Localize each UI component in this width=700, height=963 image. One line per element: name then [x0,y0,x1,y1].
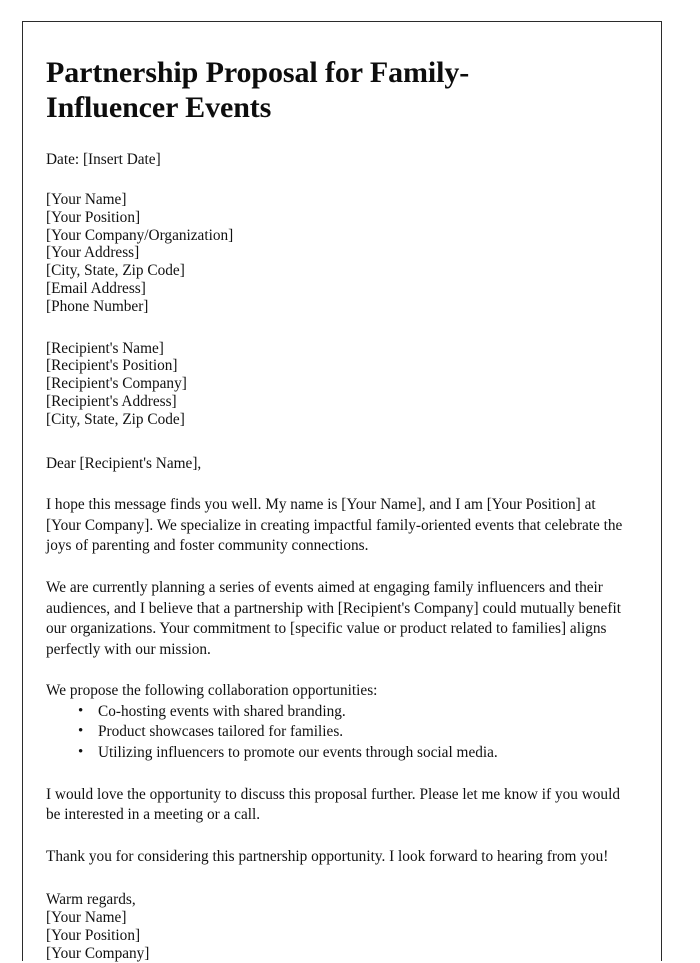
body-paragraph-3: I would love the opportunity to discuss … [46,785,620,824]
recipient-line: [Recipient's Address] [46,392,177,410]
recipient-line: [Recipient's Name] [46,339,164,357]
sender-line: [Your Company/Organization] [46,226,234,244]
date-line: Date: [Insert Date] [46,151,161,169]
page-title: Partnership Proposal for Family-Influenc… [46,56,470,125]
sender-line: [Email Address] [46,279,146,297]
signature-line: [Your Company] [46,944,150,962]
sender-line: [Your Position] [46,208,141,226]
sender-address-block: [Your Name] [Your Position] [Your Compan… [46,191,637,316]
sender-line: [Your Address] [46,244,140,262]
recipient-line: [Recipient's Position] [46,357,178,375]
collaboration-bullet-list: Co-hosting events with shared branding. … [46,701,637,764]
salutation: Dear [Recipient's Name], [46,454,202,472]
list-intro-text: We propose the following collaboration o… [46,682,378,700]
body-paragraph-4: Thank you for considering this partnersh… [46,847,609,865]
recipient-line: [Recipient's Company] [46,375,187,393]
closing-line: Warm regards, [46,891,136,909]
list-item: Utilizing influencers to promote our eve… [78,742,637,764]
signature-line: [Your Name] [46,909,127,927]
signature-line: [Your Position] [46,927,141,945]
body-paragraph-2: We are currently planning a series of ev… [46,578,621,658]
sender-line: [Your Name] [46,190,127,208]
body-paragraph-1: I hope this message finds you well. My n… [46,496,623,555]
signature-block: Warm regards, [Your Name] [Your Position… [46,891,637,962]
date-block: Date: [Insert Date] [46,151,637,169]
list-item: Co-hosting events with shared branding. [78,701,637,723]
sender-line: [Phone Number] [46,297,149,315]
recipient-address-block: [Recipient's Name] [Recipient's Position… [46,340,637,429]
sender-line: [City, State, Zip Code] [46,262,185,280]
recipient-line: [City, State, Zip Code] [46,410,185,428]
list-item: Product showcases tailored for families. [78,722,637,743]
document-page: Partnership Proposal for Family-Influenc… [22,21,662,962]
